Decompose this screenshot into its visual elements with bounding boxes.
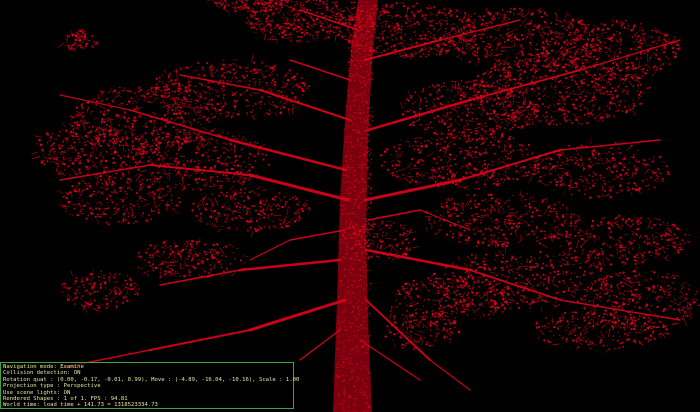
point-cloud-tree-render — [31, 0, 700, 412]
world-time-text: World time: load time + 141.73 = 1318523… — [3, 402, 158, 409]
status-panel: Navigation mode: Examine Collision detec… — [0, 362, 299, 409]
3d-viewport[interactable] — [0, 0, 700, 412]
